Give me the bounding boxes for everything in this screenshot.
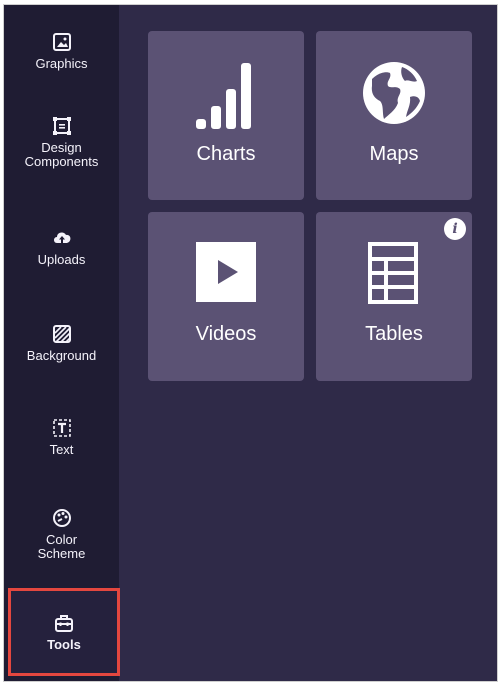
sidebar-item-label: Background	[26, 348, 97, 363]
sidebar-item-graphics[interactable]: Graphics	[4, 31, 119, 71]
sidebar-item-uploads[interactable]: Uploads	[4, 227, 119, 267]
sidebar-item-color-scheme[interactable]: Color Scheme	[4, 507, 119, 561]
editor-panel: Graphics Design Components Uploads Backg…	[3, 4, 498, 682]
sidebar-item-background[interactable]: Background	[4, 323, 119, 363]
sidebar-item-label: Design Components	[24, 140, 99, 169]
info-icon[interactable]: i	[444, 218, 466, 240]
sidebar: Graphics Design Components Uploads Backg…	[4, 5, 120, 681]
sidebar-item-tools[interactable]: Tools	[8, 588, 120, 676]
toolbox-icon	[55, 615, 73, 632]
cloud-upload-icon	[53, 232, 70, 243]
background-pattern-icon	[52, 325, 71, 343]
bar-chart-icon	[196, 63, 251, 129]
sidebar-item-label: Color Scheme	[37, 532, 86, 561]
tile-videos[interactable]: Videos	[148, 212, 304, 381]
tile-tables[interactable]: Tables i	[316, 212, 472, 381]
components-icon	[52, 117, 71, 135]
tile-label: Videos	[195, 323, 257, 345]
tile-label: Maps	[369, 143, 419, 165]
play-icon	[196, 242, 256, 302]
sidebar-item-label: Graphics	[35, 56, 88, 71]
image-icon	[52, 33, 71, 51]
text-icon	[52, 419, 71, 437]
globe-icon	[363, 62, 425, 124]
tile-label: Charts	[196, 143, 256, 165]
sidebar-item-text[interactable]: Text	[4, 417, 119, 457]
sidebar-item-label: Text	[49, 442, 74, 457]
sidebar-item-design-components[interactable]: Design Components	[4, 115, 119, 169]
sidebar-item-label: Uploads	[37, 252, 86, 267]
tile-charts[interactable]: Charts	[148, 31, 304, 200]
sidebar-item-label: Tools	[47, 637, 81, 652]
tile-label: Tables	[365, 323, 423, 345]
palette-icon	[52, 509, 71, 527]
tile-maps[interactable]: Maps	[316, 31, 472, 200]
